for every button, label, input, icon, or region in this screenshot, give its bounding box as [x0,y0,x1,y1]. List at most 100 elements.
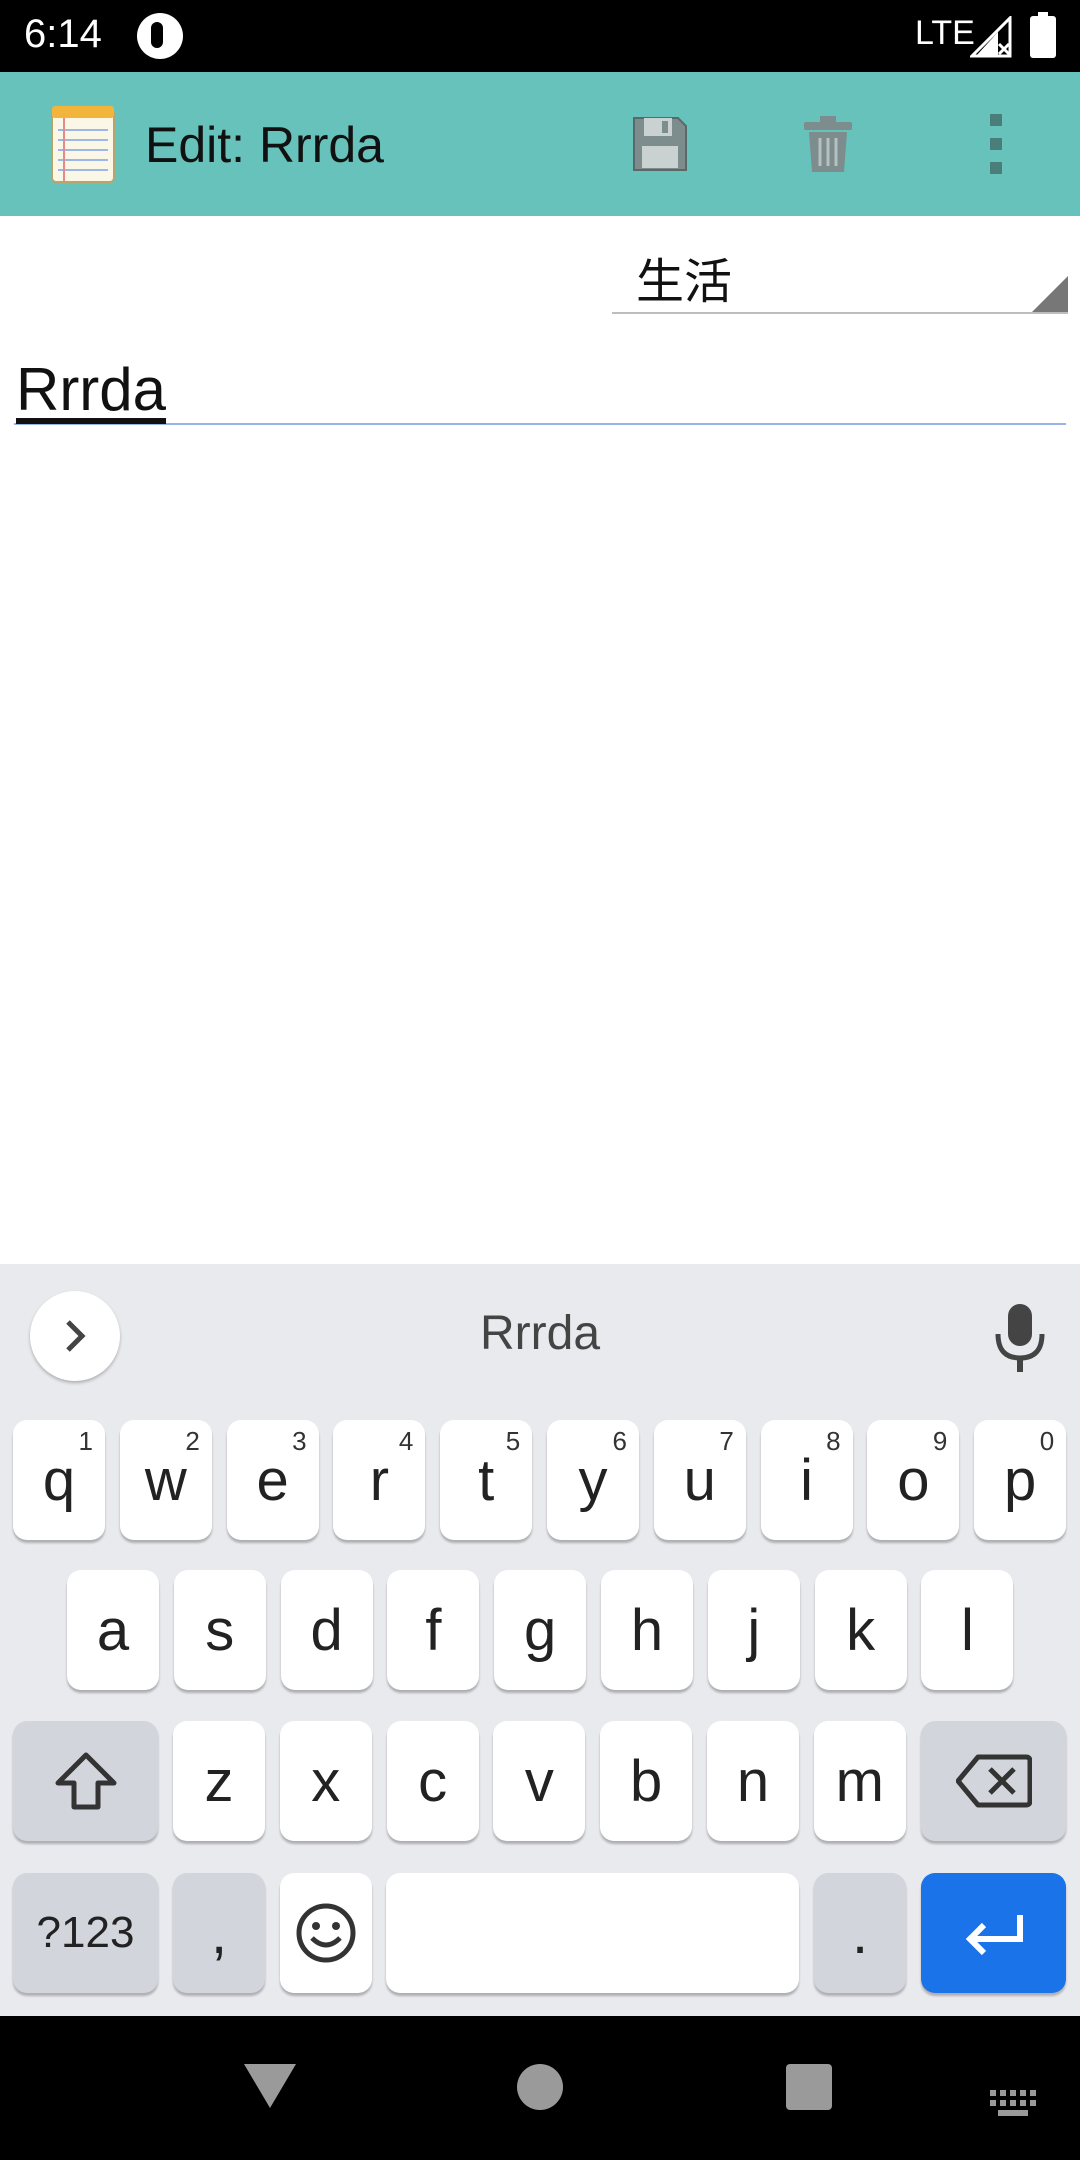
key-label: s [205,1597,235,1663]
key-c[interactable]: c [386,1721,479,1841]
home-icon[interactable] [517,2064,563,2110]
key-label: z [204,1748,234,1814]
key-hint: 7 [719,1426,734,1456]
key-u[interactable]: u7 [653,1420,746,1540]
soft-keyboard: Rrrda q1w2e3r4t5y6u7i8o9p0asdfghjklzxcvb… [0,1264,1080,2016]
page-title: Edit: Rrrda [145,117,384,173]
trash-icon [804,116,852,172]
emoji-key[interactable] [280,1873,372,1993]
key-hint: 3 [292,1426,307,1456]
network-type: LTE [915,14,975,52]
key-y[interactable]: y6 [547,1420,639,1540]
microphone-icon[interactable] [990,1302,1050,1374]
key-label: l [960,1597,974,1663]
key-label: a [96,1597,130,1663]
note-title-text: Rrrda [16,356,167,423]
chevron-right-icon [66,1320,86,1352]
key-hint: 1 [78,1426,93,1456]
key-n[interactable]: n [707,1721,799,1841]
save-icon [633,117,687,171]
status-time: 6:14 [24,12,102,56]
key-e[interactable]: e3 [226,1420,319,1540]
key-label: ?123 [36,1908,135,1957]
key-label: f [425,1597,442,1663]
key-w[interactable]: w2 [119,1420,212,1540]
key-label: b [630,1748,663,1814]
comma-key[interactable]: , [173,1873,265,1993]
key-j[interactable]: j [707,1570,800,1690]
overflow-menu-button[interactable] [960,108,1032,180]
key-label: t [478,1447,495,1513]
key-l[interactable]: l [921,1570,1014,1690]
key-label: j [747,1597,761,1663]
symbols-key[interactable]: ?123 [13,1873,158,1993]
back-icon[interactable] [244,2064,296,2108]
key-label: , [210,1900,228,1966]
key-x[interactable]: x [279,1721,372,1841]
key-g[interactable]: g [494,1570,587,1690]
key-label: r [369,1447,390,1513]
battery-icon [1030,12,1056,58]
key-label: y [578,1447,608,1513]
key-label: d [310,1597,343,1663]
key-label: u [683,1447,716,1513]
key-hint: 5 [505,1426,521,1456]
key-m[interactable]: m [813,1721,906,1841]
key-hint: 2 [185,1426,200,1456]
key-s[interactable]: s [173,1570,266,1690]
suggestion-word[interactable]: Rrrda [340,1306,740,1361]
key-v[interactable]: v [493,1721,586,1841]
keyboard-switch-icon[interactable] [990,2090,1036,2116]
shift-key[interactable] [13,1721,158,1841]
key-hint: 9 [932,1426,948,1456]
key-b[interactable]: b [600,1721,693,1841]
key-h[interactable]: h [601,1570,693,1690]
key-label: m [835,1748,884,1814]
key-z[interactable]: z [173,1721,265,1841]
status-bar: 6:14 LTE [0,0,1080,72]
category-spinner[interactable]: 生活 [612,230,1068,314]
key-q[interactable]: q1 [13,1420,105,1540]
key-label: c [418,1748,448,1814]
signal-icon [970,16,1012,58]
notification-app-icon [137,13,183,59]
key-p[interactable]: p0 [974,1420,1067,1540]
shift-icon [55,1752,116,1810]
key-hint: 8 [826,1426,841,1456]
key-r[interactable]: r4 [333,1420,426,1540]
navigation-bar [0,2016,1080,2160]
key-hint: 4 [398,1426,414,1456]
more-vert-icon [990,114,1002,174]
app-bar: Edit: Rrrda [0,72,1080,216]
key-label: g [524,1597,557,1663]
key-d[interactable]: d [280,1570,373,1690]
key-k[interactable]: k [814,1570,907,1690]
period-key[interactable]: . [814,1873,906,1993]
key-label: k [846,1597,876,1663]
expand-toolbar-button[interactable] [30,1291,120,1381]
note-title-input[interactable]: Rrrda [14,355,1066,425]
dropdown-arrow-icon [1032,276,1068,312]
key-label: i [800,1447,814,1513]
key-o[interactable]: o9 [867,1420,960,1540]
key-hint: 0 [1039,1426,1055,1456]
key-label: x [311,1748,341,1814]
recents-icon[interactable] [786,2064,832,2110]
suggestion-strip: Rrrda [0,1264,1080,1404]
backspace-icon [955,1754,1032,1808]
key-i[interactable]: i8 [760,1420,853,1540]
category-value: 生活 [636,254,733,310]
key-hint: 6 [612,1426,627,1456]
key-t[interactable]: t5 [440,1420,533,1540]
key-f[interactable]: f [387,1570,480,1690]
key-label: v [524,1748,554,1814]
backspace-key[interactable] [921,1721,1066,1841]
enter-icon [965,1915,1023,1955]
save-button[interactable] [624,108,696,180]
delete-button[interactable] [792,108,864,180]
emoji-icon [296,1903,356,1963]
enter-key[interactable] [921,1873,1066,1993]
key-a[interactable]: a [67,1570,159,1690]
key-label: n [736,1748,770,1814]
space-key[interactable] [386,1873,799,1993]
